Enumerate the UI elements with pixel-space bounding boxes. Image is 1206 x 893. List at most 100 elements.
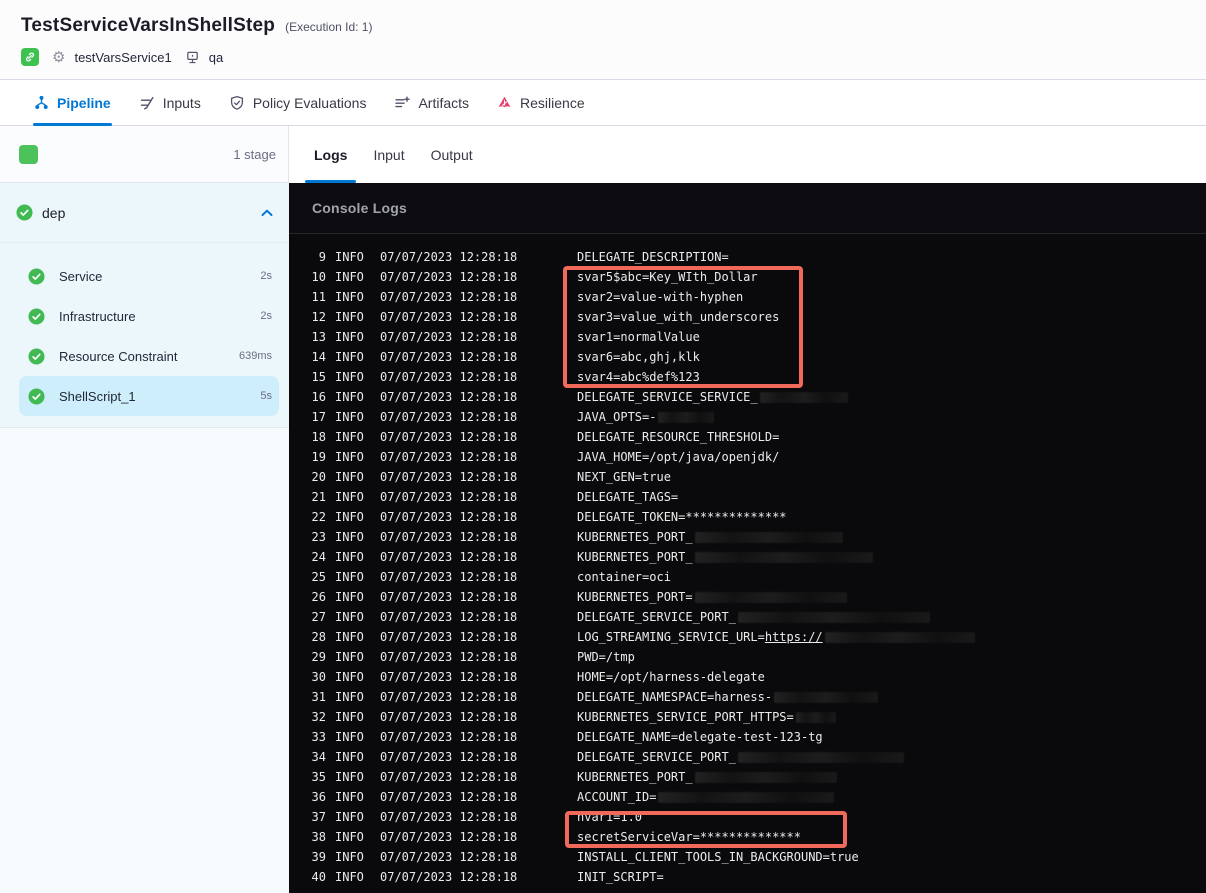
log-line-number: 15 bbox=[311, 370, 326, 384]
pipeline-icon bbox=[34, 95, 49, 110]
log-timestamp: 07/07/2023 12:28:18 bbox=[380, 370, 518, 384]
console-logs-header[interactable]: Console Logs bbox=[289, 183, 1206, 234]
step-row-service[interactable]: Service 2s bbox=[19, 256, 279, 296]
log-line-number: 40 bbox=[311, 870, 326, 884]
tab-pipeline[interactable]: Pipeline bbox=[33, 80, 112, 126]
tab-resilience[interactable]: Resilience bbox=[497, 80, 585, 125]
tab-policy-evaluations-label: Policy Evaluations bbox=[252, 94, 367, 111]
log-level: INFO bbox=[335, 310, 364, 324]
log-level: INFO bbox=[335, 250, 364, 264]
log-level: INFO bbox=[335, 610, 364, 624]
log-row: 25 INFO 07/07/2023 12:28:18 container=oc… bbox=[289, 567, 1206, 587]
step-name: ShellScript_1 bbox=[59, 388, 136, 404]
log-line-number: 18 bbox=[311, 430, 326, 444]
log-row: 31 INFO 07/07/2023 12:28:18 DELEGATE_NAM… bbox=[289, 687, 1206, 707]
tab-artifacts[interactable]: Artifacts bbox=[394, 80, 469, 125]
log-row: 33 INFO 07/07/2023 12:28:18 DELEGATE_NAM… bbox=[289, 727, 1206, 747]
redacted-text bbox=[795, 711, 836, 723]
log-level: INFO bbox=[335, 630, 364, 644]
page-title: TestServiceVarsInShellStep bbox=[21, 15, 276, 36]
log-message: DELEGATE_RESOURCE_THRESHOLD= bbox=[577, 427, 779, 447]
log-message: JAVA_OPTS=- bbox=[577, 407, 715, 427]
log-message-text: DELEGATE_SERVICE_PORT_ bbox=[577, 610, 736, 624]
stage-status-square[interactable] bbox=[19, 144, 38, 164]
log-line-number: 35 bbox=[311, 770, 326, 784]
log-line-number: 10 bbox=[311, 270, 326, 284]
redacted-text bbox=[694, 591, 847, 603]
log-row: 10 INFO 07/07/2023 12:28:18 svar5$abc=Ke… bbox=[289, 267, 1206, 287]
success-check-icon bbox=[16, 204, 33, 221]
log-message-text: container=oci bbox=[577, 570, 671, 584]
chevron-up-icon[interactable] bbox=[261, 209, 273, 217]
log-row: 12 INFO 07/07/2023 12:28:18 svar3=value_… bbox=[289, 307, 1206, 327]
tab-policy-evaluations[interactable]: Policy Evaluations bbox=[229, 80, 367, 125]
tab-output[interactable]: Output bbox=[431, 126, 473, 183]
console-panel: Console Logs 9 INFO 07/07/2023 12:28:18 … bbox=[289, 183, 1206, 893]
log-message: KUBERNETES_SERVICE_PORT_HTTPS= bbox=[577, 707, 836, 727]
tab-input[interactable]: Input bbox=[373, 126, 404, 183]
log-line-number: 17 bbox=[311, 410, 326, 424]
step-row-infrastructure[interactable]: Infrastructure 2s bbox=[19, 296, 279, 336]
app-header: TestServiceVarsInShellStep (Execution Id… bbox=[0, 0, 1206, 80]
log-line-number: 28 bbox=[311, 630, 326, 644]
log-link[interactable]: https:// bbox=[765, 627, 823, 647]
log-row: 19 INFO 07/07/2023 12:28:18 JAVA_HOME=/o… bbox=[289, 447, 1206, 467]
log-message-text: KUBERNETES_PORT_ bbox=[577, 530, 693, 544]
log-timestamp: 07/07/2023 12:28:18 bbox=[380, 750, 518, 764]
tab-inputs[interactable]: Inputs bbox=[139, 80, 201, 125]
redacted-text bbox=[694, 531, 843, 543]
log-level: INFO bbox=[335, 770, 364, 784]
log-message: INIT_SCRIPT= bbox=[577, 867, 664, 887]
log-line-number: 11 bbox=[311, 290, 326, 304]
log-timestamp: 07/07/2023 12:28:18 bbox=[380, 510, 518, 524]
log-timestamp: 07/07/2023 12:28:18 bbox=[380, 670, 518, 684]
environment-name[interactable]: qa bbox=[209, 50, 223, 65]
step-row-shellscript-1[interactable]: ShellScript_1 5s bbox=[19, 376, 279, 416]
log-message: DELEGATE_TAGS= bbox=[577, 487, 678, 507]
log-timestamp: 07/07/2023 12:28:18 bbox=[380, 690, 518, 704]
log-message: KUBERNETES_PORT_ bbox=[577, 547, 873, 567]
service-link-icon[interactable] bbox=[21, 48, 39, 66]
environment-icon bbox=[185, 50, 200, 65]
artifacts-icon bbox=[394, 95, 411, 111]
redacted-text bbox=[737, 751, 904, 763]
log-line-number: 21 bbox=[311, 490, 326, 504]
success-check-icon bbox=[28, 267, 45, 285]
log-level: INFO bbox=[335, 570, 364, 584]
tab-pipeline-label: Pipeline bbox=[57, 94, 111, 111]
log-timestamp: 07/07/2023 12:28:18 bbox=[380, 630, 518, 644]
log-message: secretServiceVar=************** bbox=[577, 827, 801, 847]
log-level: INFO bbox=[335, 670, 364, 684]
success-check-icon bbox=[28, 387, 45, 405]
log-row: 26 INFO 07/07/2023 12:28:18 KUBERNETES_P… bbox=[289, 587, 1206, 607]
log-row: 24 INFO 07/07/2023 12:28:18 KUBERNETES_P… bbox=[289, 547, 1206, 567]
log-timestamp: 07/07/2023 12:28:18 bbox=[380, 490, 518, 504]
log-level: INFO bbox=[335, 470, 364, 484]
log-message: DELEGATE_SERVICE_PORT_ bbox=[577, 607, 930, 627]
log-message: KUBERNETES_PORT_ bbox=[577, 767, 837, 787]
log-line-number: 14 bbox=[311, 350, 326, 364]
stage-group-section: dep Service 2s Infrastructure 2s Resourc… bbox=[0, 183, 289, 428]
tab-logs[interactable]: Logs bbox=[304, 126, 358, 183]
stage-group-header[interactable]: dep bbox=[0, 183, 289, 243]
log-message-text: svar6=abc,ghj,klk bbox=[577, 350, 700, 364]
log-row: 40 INFO 07/07/2023 12:28:18 INIT_SCRIPT= bbox=[289, 867, 1206, 887]
log-message: svar5$abc=Key_WIth_Dollar bbox=[577, 267, 758, 287]
service-name[interactable]: testVarsService1 bbox=[74, 50, 171, 65]
log-row: 32 INFO 07/07/2023 12:28:18 KUBERNETES_S… bbox=[289, 707, 1206, 727]
redacted-text bbox=[824, 631, 975, 643]
console-log-area[interactable]: 9 INFO 07/07/2023 12:28:18 DELEGATE_DESC… bbox=[289, 234, 1206, 893]
step-row-resource-constraint[interactable]: Resource Constraint 639ms bbox=[19, 336, 279, 376]
log-message-text: DELEGATE_TOKEN=************** bbox=[577, 510, 787, 524]
log-message: HOME=/opt/harness-delegate bbox=[577, 667, 765, 687]
redacted-text bbox=[737, 611, 930, 623]
log-message: svar3=value_with_underscores bbox=[577, 307, 779, 327]
log-row: 21 INFO 07/07/2023 12:28:18 DELEGATE_TAG… bbox=[289, 487, 1206, 507]
log-row: 30 INFO 07/07/2023 12:28:18 HOME=/opt/ha… bbox=[289, 667, 1206, 687]
log-line-number: 26 bbox=[311, 590, 326, 604]
step-detail-tabs: Logs Input Output bbox=[289, 126, 1206, 183]
log-line-number: 34 bbox=[311, 750, 326, 764]
gear-icon[interactable]: ⚙ bbox=[52, 50, 65, 65]
log-message: svar1=normalValue bbox=[577, 327, 700, 347]
log-level: INFO bbox=[335, 350, 364, 364]
